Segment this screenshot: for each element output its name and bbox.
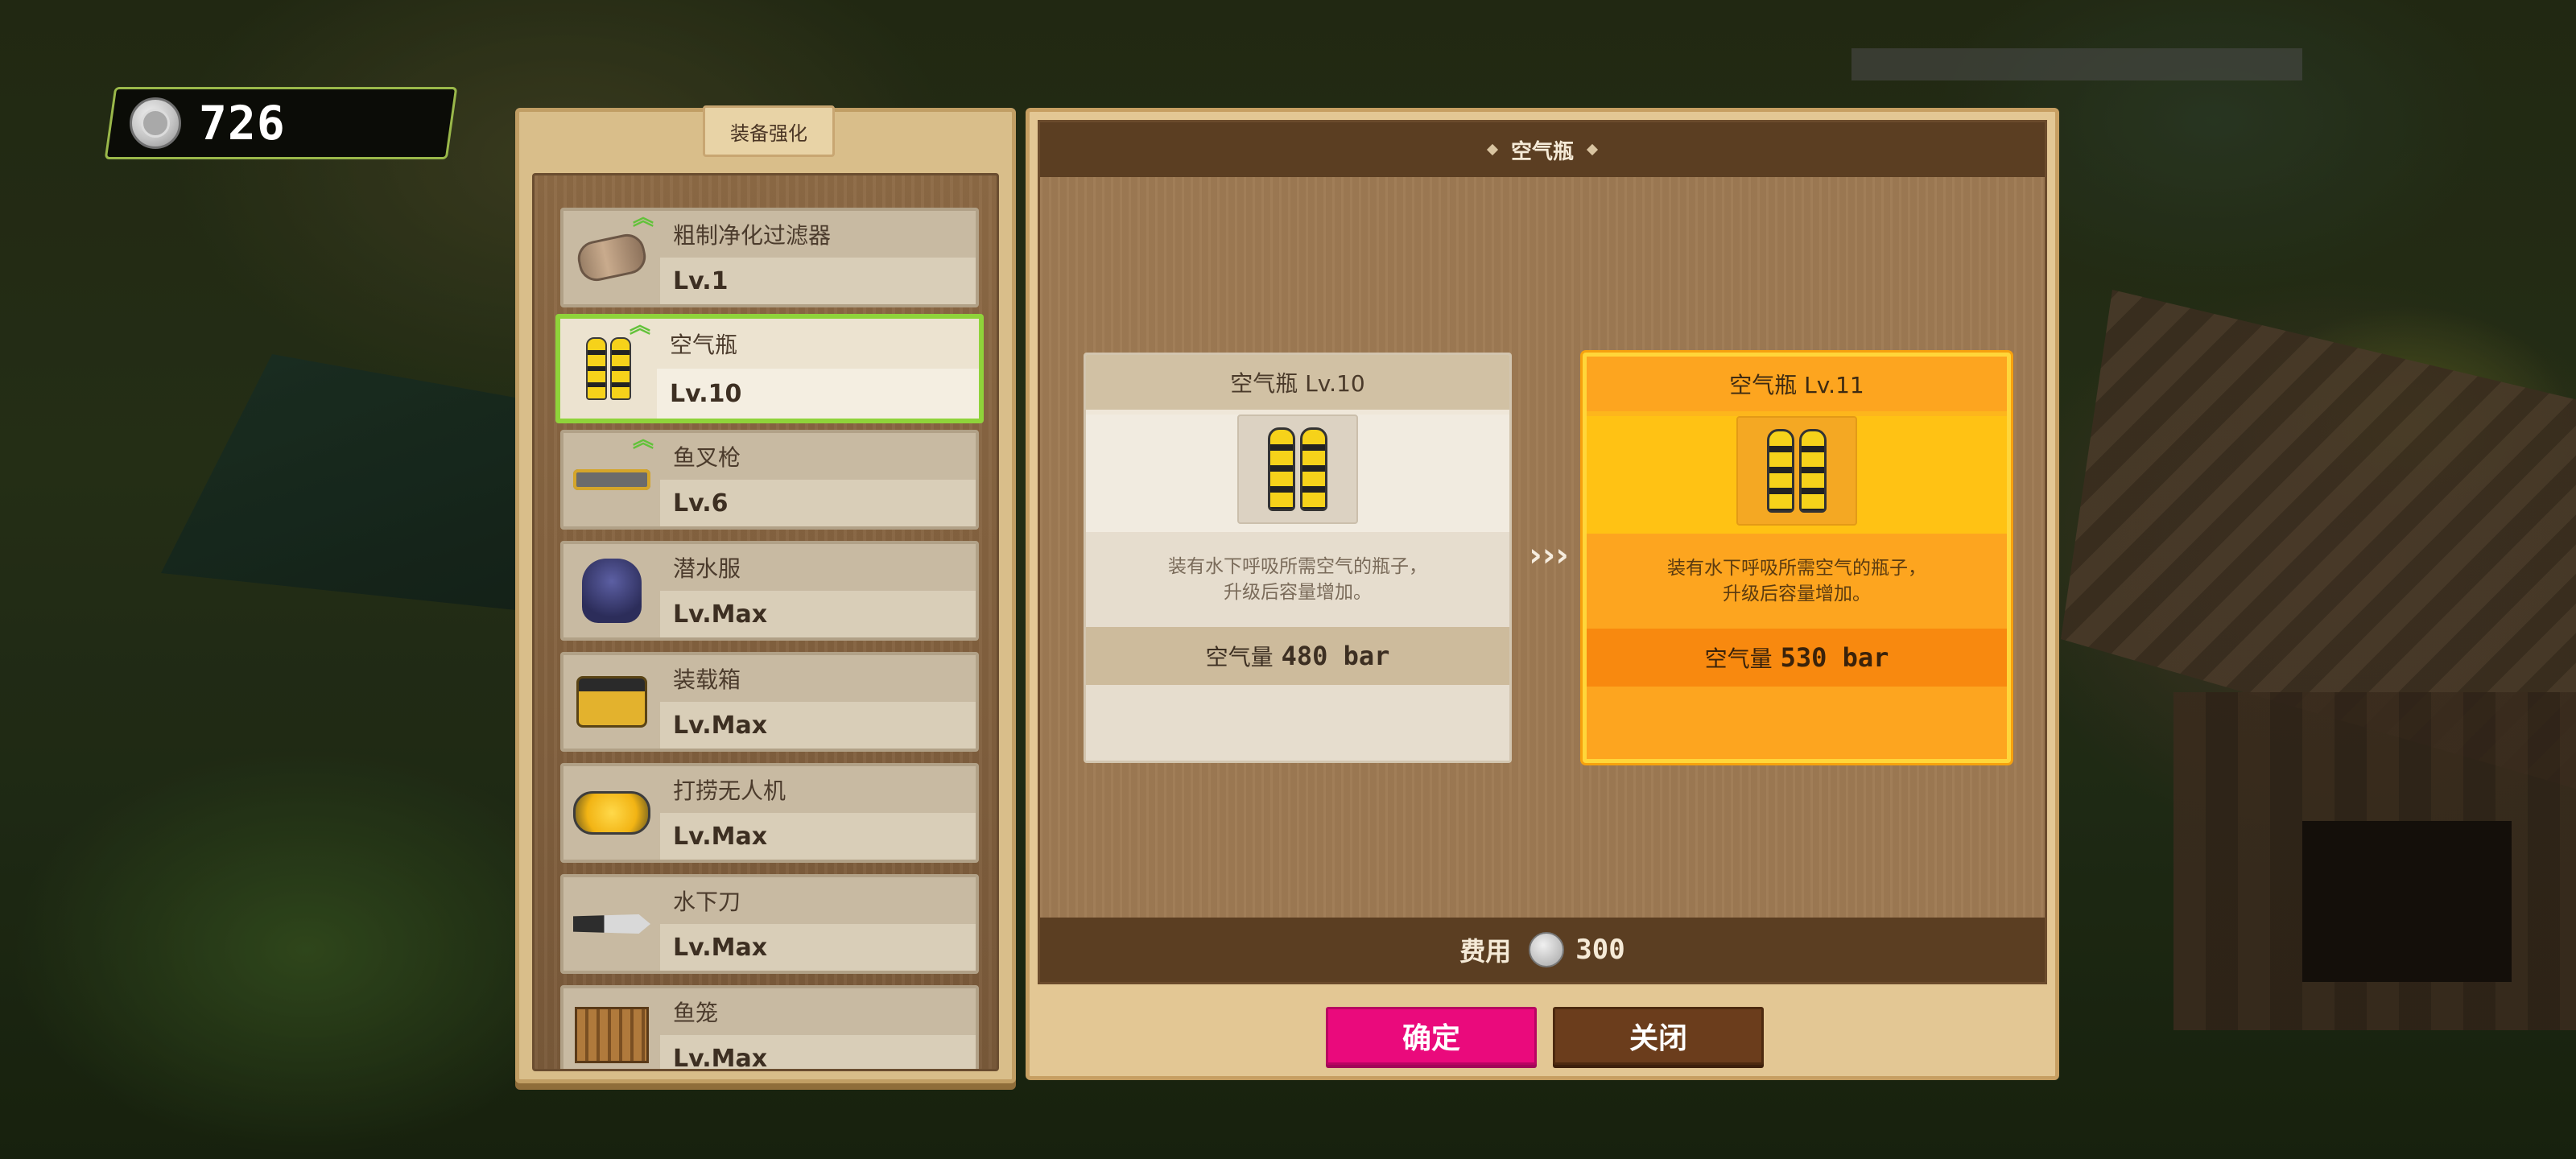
item-level: Lv.Max	[660, 591, 976, 637]
stat-value: 530 bar	[1780, 642, 1889, 673]
upgrade-available-icon: ︽	[629, 314, 650, 338]
air-tank-icon	[586, 337, 631, 400]
fish-trap-icon	[575, 1007, 649, 1063]
next-item-image	[1736, 416, 1857, 526]
stat-value: 480 bar	[1281, 641, 1390, 671]
diving-suit-icon	[582, 559, 642, 623]
item-level: Lv.Max	[660, 702, 976, 749]
salvage-drone-icon	[573, 791, 650, 835]
panel-title-tab: 装备强化	[703, 105, 835, 157]
list-item-filter[interactable]: ︽ 粗制净化过滤器 Lv.1	[560, 208, 979, 307]
list-item-cargo-box[interactable]: 装载箱 Lv.Max	[560, 652, 979, 752]
item-name: 水下刀	[673, 889, 741, 915]
list-item-air-tank[interactable]: ︽ 空气瓶 Lv.10	[555, 314, 984, 423]
item-name: 打捞无人机	[673, 777, 786, 804]
stat-label: 空气量	[1704, 645, 1773, 672]
diamond-icon	[1586, 143, 1599, 156]
currency-amount: 726	[199, 96, 286, 151]
upgrade-arrow-icon: ›››	[1529, 537, 1569, 574]
item-level: Lv.Max	[660, 1035, 976, 1069]
item-level: Lv.10	[657, 369, 979, 419]
air-tank-icon	[1268, 427, 1327, 511]
current-stat: 空气量 480 bar	[1086, 627, 1509, 685]
upgrade-available-icon: ︽	[632, 206, 654, 230]
cost-value: 300	[1575, 934, 1625, 966]
item-name: 鱼叉枪	[673, 444, 741, 471]
item-level: Lv.Max	[660, 924, 976, 971]
cargo-box-icon	[576, 676, 647, 728]
stat-label: 空气量	[1205, 644, 1274, 670]
upgrade-available-icon: ︽	[632, 428, 654, 452]
next-level-card: 空气瓶 Lv.11 装有水下呼吸所需空气的瓶子， 升级后容量增加。 空气量 53…	[1583, 353, 2011, 763]
equipment-list-panel: 装备强化 ︽ 粗制净化过滤器 Lv.1 ︽ 空气瓶 Lv.10 ︽ 鱼叉枪 Lv…	[515, 105, 1016, 1083]
item-name: 鱼笼	[673, 1000, 719, 1026]
item-level: Lv.Max	[660, 813, 976, 860]
harpoon-gun-icon	[573, 469, 650, 490]
item-name: 空气瓶	[670, 332, 738, 358]
item-name: 粗制净化过滤器	[673, 222, 832, 249]
list-item-underwater-knife[interactable]: 水下刀 Lv.Max	[560, 874, 979, 974]
current-description: 装有水下呼吸所需空气的瓶子， 升级后容量增加。	[1086, 532, 1509, 627]
equipment-list[interactable]: ︽ 粗制净化过滤器 Lv.1 ︽ 空气瓶 Lv.10 ︽ 鱼叉枪 Lv.6 潜水…	[532, 173, 999, 1071]
close-button[interactable]: 关闭	[1553, 1007, 1764, 1065]
silver-coin-icon	[130, 97, 181, 149]
list-item-diving-suit[interactable]: 潜水服 Lv.Max	[560, 541, 979, 641]
confirm-button[interactable]: 确定	[1326, 1007, 1537, 1065]
list-item-fish-trap[interactable]: 鱼笼 Lv.Max	[560, 985, 979, 1069]
list-item-salvage-drone[interactable]: 打捞无人机 Lv.Max	[560, 763, 979, 863]
silver-coin-icon	[1529, 932, 1565, 967]
air-tank-icon	[1767, 429, 1827, 513]
list-item-harpoon-gun[interactable]: ︽ 鱼叉枪 Lv.6	[560, 430, 979, 530]
cost-bar: 费用 300	[1040, 918, 2045, 982]
next-level-title: 空气瓶 Lv.11	[1587, 357, 2007, 411]
upgrade-detail-board: 空气瓶 空气瓶 Lv.10 装有水下呼吸所需空气的瓶子， 升级后容量增加。 空气…	[1038, 120, 2047, 984]
diamond-icon	[1486, 143, 1499, 156]
current-level-title: 空气瓶 Lv.10	[1086, 355, 1509, 410]
next-stat: 空气量 530 bar	[1587, 629, 2007, 687]
item-name: 装载箱	[673, 666, 741, 693]
currency-display: 726	[104, 87, 458, 159]
current-level-card: 空气瓶 Lv.10 装有水下呼吸所需空气的瓶子， 升级后容量增加。 空气量 48…	[1084, 353, 1512, 763]
item-level: Lv.6	[660, 480, 976, 526]
item-level: Lv.1	[660, 258, 976, 304]
underwater-knife-icon	[573, 914, 650, 934]
item-name: 潜水服	[673, 555, 741, 582]
detail-title: 空气瓶	[1510, 139, 1574, 164]
upgrade-detail-panel: 空气瓶 空气瓶 Lv.10 装有水下呼吸所需空气的瓶子， 升级后容量增加。 空气…	[1026, 108, 2059, 1080]
cost-label: 费用	[1459, 936, 1512, 967]
current-item-image	[1237, 415, 1358, 524]
detail-header: 空气瓶	[1040, 122, 2045, 177]
next-description: 装有水下呼吸所需空气的瓶子， 升级后容量增加。	[1587, 534, 2007, 629]
